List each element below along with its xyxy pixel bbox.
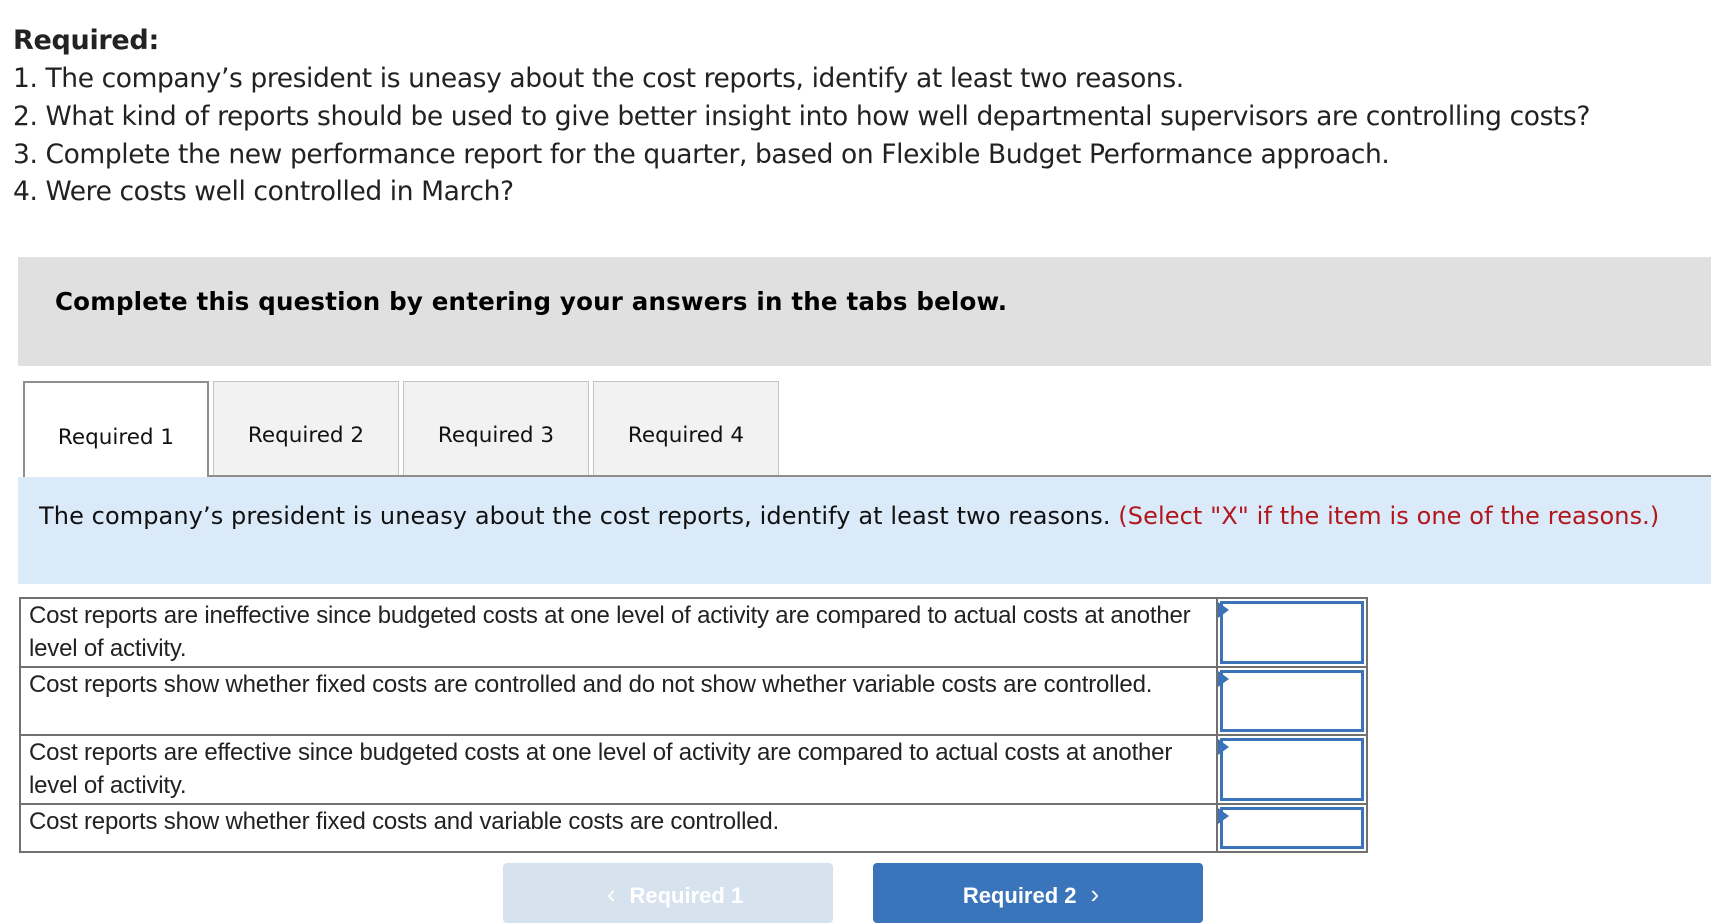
next-button-label: Required 2 [962, 883, 1077, 908]
answer-cell [1216, 803, 1368, 853]
requirements-title: Required: [13, 25, 159, 56]
prev-button-label: Required 1 [629, 883, 744, 908]
instructions-banner: Complete this question by entering your … [18, 257, 1711, 366]
answer-select[interactable] [1220, 738, 1364, 801]
tab-required-2[interactable]: Required 2 [213, 381, 399, 475]
dropdown-indicator-icon [1218, 671, 1230, 687]
banner-text: Complete this question by entering your … [55, 287, 1008, 316]
dropdown-indicator-icon [1218, 808, 1230, 824]
answer-select[interactable] [1220, 807, 1364, 849]
prompt-instruction: (Select "X" if the item is one of the re… [1118, 502, 1660, 530]
dropdown-indicator-icon [1218, 739, 1230, 755]
answer-table: Cost reports are ineffective since budge… [18, 597, 1368, 853]
next-button[interactable]: Required 2 › [873, 863, 1203, 923]
answer-select[interactable] [1220, 670, 1364, 732]
table-row: Cost reports are effective since budgete… [18, 734, 1368, 805]
answer-cell [1216, 666, 1368, 736]
tab-required-1[interactable]: Required 1 [23, 381, 209, 477]
table-row: Cost reports show whether fixed costs an… [18, 803, 1368, 853]
answer-select[interactable] [1220, 601, 1364, 664]
tab-divider [208, 475, 1711, 477]
tab-required-4[interactable]: Required 4 [593, 381, 779, 475]
prompt-question: The company’s president is uneasy about … [39, 502, 1111, 530]
answer-cell [1216, 597, 1368, 668]
tab-required-3[interactable]: Required 3 [403, 381, 589, 475]
row-description: Cost reports are effective since budgete… [18, 734, 1219, 805]
row-description: Cost reports show whether fixed costs an… [18, 803, 1219, 853]
chevron-right-icon: › [1090, 879, 1100, 909]
requirement-item-1: 1. The company’s president is uneasy abo… [13, 63, 1184, 94]
row-description: Cost reports show whether fixed costs ar… [18, 666, 1219, 736]
answer-cell [1216, 734, 1368, 805]
question-prompt: The company’s president is uneasy about … [18, 477, 1711, 584]
requirement-item-3: 3. Complete the new performance report f… [13, 138, 1390, 170]
requirements-block: Required: 1. The company’s president is … [13, 22, 1590, 211]
dropdown-indicator-icon [1218, 602, 1230, 618]
table-row: Cost reports are ineffective since budge… [18, 597, 1368, 668]
table-row: Cost reports show whether fixed costs ar… [18, 666, 1368, 736]
row-description: Cost reports are ineffective since budge… [18, 597, 1219, 668]
requirement-item-4: 4. Were costs well controlled in March? [13, 176, 514, 208]
prev-button[interactable]: ‹ Required 1 [503, 863, 833, 923]
requirement-item-2: 2. What kind of reports should be used t… [13, 100, 1591, 132]
chevron-left-icon: ‹ [606, 879, 616, 909]
